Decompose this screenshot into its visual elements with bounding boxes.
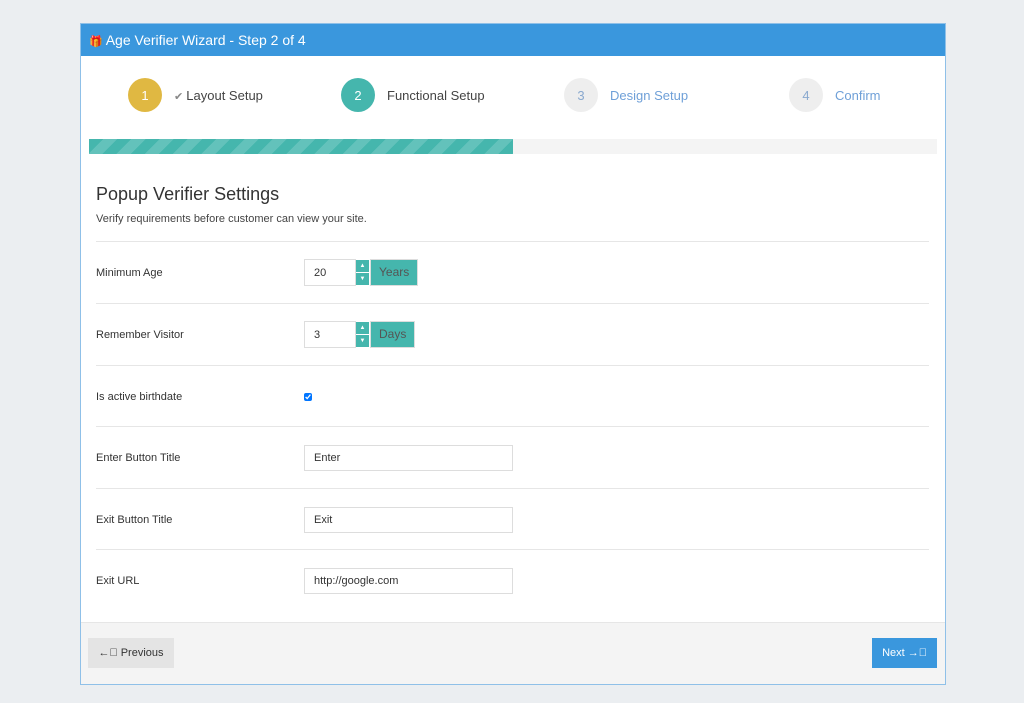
step-label: Design Setup — [610, 87, 689, 103]
step-2[interactable]: 2 Functional Setup — [341, 78, 485, 112]
gift-icon: 🎁 — [89, 36, 103, 48]
unit-addon: Years — [370, 259, 419, 286]
wizard-window: 🎁 Age Verifier Wizard - Step 2 of 4 1 ✔ La… — [80, 23, 946, 685]
remember-visitor-input[interactable] — [304, 321, 356, 348]
field-label: Exit URL — [96, 574, 140, 587]
active-birthdate-checkbox[interactable] — [304, 392, 312, 401]
field-label: Minimum Age — [96, 266, 163, 279]
step-number: 1 — [128, 78, 162, 112]
step-number: 4 — [789, 78, 823, 112]
section-subtitle: Verify requirements before customer can … — [96, 213, 367, 225]
step-number: 2 — [341, 78, 375, 112]
exit-button-title-input[interactable] — [304, 506, 513, 533]
step-label: Functional Setup — [387, 87, 485, 103]
arrow-left-circle-icon: ←⃝ — [98, 647, 118, 659]
unit-addon: Days — [370, 321, 416, 348]
section-title: Popup Verifier Settings — [96, 184, 280, 204]
enter-button-title-input[interactable] — [304, 444, 513, 471]
row-active-birthdate: Is active birthdate — [96, 365, 929, 427]
previous-label: Previous — [120, 647, 164, 659]
wizard-footer: ←⃝ Previous Next →⃝ — [81, 622, 945, 684]
minimum-age-input[interactable] — [304, 259, 356, 286]
row-exit-button-title: Exit Button Title — [96, 488, 929, 550]
row-remember-visitor: Remember Visitor ▲▼Days — [96, 303, 929, 365]
wizard-header: 🎁 Age Verifier Wizard - Step 2 of 4 — [81, 24, 945, 56]
step-3[interactable]: 3 Design Setup — [564, 78, 688, 112]
previous-button[interactable]: ←⃝ Previous — [88, 638, 174, 668]
arrow-right-circle-icon: →⃝ — [907, 647, 927, 659]
spin-down-icon[interactable]: ▼ — [356, 335, 369, 347]
progress-fill — [89, 139, 513, 154]
step-4[interactable]: 4 Confirm — [789, 78, 881, 112]
next-button[interactable]: Next →⃝ — [872, 638, 937, 668]
row-minimum-age: Minimum Age ▲▼Years — [96, 241, 929, 303]
step-label: Confirm — [835, 87, 881, 103]
exit-url-input[interactable] — [304, 567, 513, 594]
step-label: Layout Setup — [186, 87, 263, 103]
row-exit-url: Exit URL — [96, 549, 929, 611]
spin-up-icon[interactable]: ▲ — [356, 260, 369, 272]
next-label: Next — [882, 647, 905, 659]
progress-bar — [89, 139, 937, 154]
field-label: Exit Button Title — [96, 513, 173, 526]
wizard-title: Age Verifier Wizard - Step 2 of 4 — [105, 32, 306, 48]
field-label: Enter Button Title — [96, 451, 181, 464]
row-enter-button-title: Enter Button Title — [96, 426, 929, 488]
spin-up-icon[interactable]: ▲ — [356, 322, 369, 334]
step-1[interactable]: 1 ✔ Layout Setup — [128, 78, 263, 112]
field-label: Is active birthdate — [96, 390, 183, 403]
check-icon: ✔ — [174, 90, 187, 103]
step-number: 3 — [564, 78, 598, 112]
spin-down-icon[interactable]: ▼ — [356, 273, 369, 285]
field-label: Remember Visitor — [96, 328, 184, 341]
